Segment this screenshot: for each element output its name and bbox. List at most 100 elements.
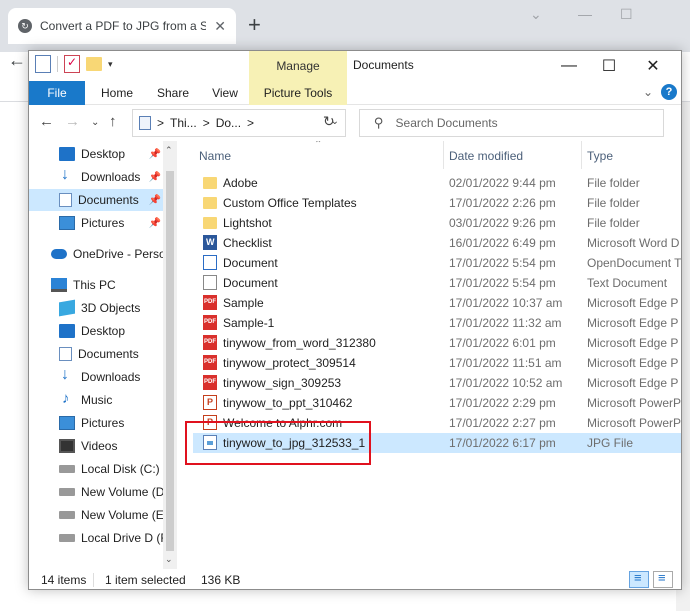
browser-tab[interactable]: ↻ Convert a PDF to JPG from a Sma ✕ [8, 8, 236, 44]
browser-tab-search-icon[interactable]: ⌄ [530, 6, 542, 23]
nav-pane-scrollbar[interactable]: ⌃ ⌄ [163, 141, 177, 569]
forward-button[interactable]: → [65, 113, 80, 130]
file-row-selected[interactable]: tinywow_to_jpg_312533_1 17/01/2022 6:17 … [193, 433, 681, 453]
minimize-button[interactable]: — [549, 53, 589, 79]
details-view-button[interactable] [629, 570, 649, 588]
nav-local-disk-c[interactable]: Local Disk (C:) [29, 458, 163, 480]
file-name: Custom Office Templates [223, 196, 357, 210]
scroll-down-icon[interactable]: ⌄ [165, 554, 173, 565]
file-row[interactable]: Document 17/01/2022 5:54 pm Text Documen… [193, 273, 681, 293]
scrollbar-thumb[interactable] [166, 171, 174, 551]
nav-downloads[interactable]: Downloads [29, 366, 163, 388]
browser-maximize-button[interactable]: ☐ [620, 6, 633, 23]
expand-ribbon-icon[interactable]: ⌄ [643, 85, 653, 99]
qat-dropdown-icon[interactable]: ▾ [108, 59, 113, 70]
nav-quick-desktop[interactable]: Desktop 📌 [29, 143, 163, 165]
file-type: Microsoft PowerP [587, 396, 682, 410]
recent-locations-icon[interactable]: ⌄ [91, 117, 99, 128]
nav-music[interactable]: Music [29, 389, 163, 411]
nav-desktop[interactable]: Desktop [29, 320, 163, 342]
properties-icon[interactable] [35, 55, 51, 73]
file-row[interactable]: Custom Office Templates 17/01/2022 2:26 … [193, 193, 681, 213]
file-date: 17/01/2022 6:17 pm [449, 436, 556, 450]
nav-quick-documents[interactable]: Documents 📌 [29, 189, 163, 211]
nav-this-pc[interactable]: This PC [29, 274, 163, 296]
column-divider[interactable] [443, 141, 444, 169]
breadcrumb-this-pc[interactable]: Thi... [170, 116, 197, 130]
pictures-icon [59, 216, 75, 230]
help-icon[interactable]: ? [661, 84, 677, 100]
nav-item-label: Downloads [81, 170, 141, 184]
checkmark-icon[interactable] [64, 55, 80, 73]
file-row[interactable]: tinywow_sign_309253 17/01/2022 10:52 am … [193, 373, 681, 393]
new-tab-button[interactable]: + [248, 12, 261, 38]
pin-icon: 📌 [148, 148, 161, 160]
file-row[interactable]: Document 17/01/2022 5:54 pm OpenDocument… [193, 253, 681, 273]
manage-contextual-tab[interactable]: Manage [249, 51, 347, 81]
nav-onedrive[interactable]: OneDrive - Person [29, 243, 163, 265]
nav-quick-downloads[interactable]: Downloads 📌 [29, 166, 163, 188]
file-row[interactable]: Welcome to Alphr.com 17/01/2022 2:27 pm … [193, 413, 681, 433]
breadcrumb-separator: > [202, 116, 210, 130]
window-title: Documents [353, 58, 414, 72]
maximize-button[interactable]: ☐ [589, 53, 629, 79]
large-icons-view-button[interactable] [653, 570, 673, 588]
opendocument-icon [203, 255, 217, 270]
file-row[interactable]: Sample 17/01/2022 10:37 am Microsoft Edg… [193, 293, 681, 313]
back-button[interactable]: ← [39, 113, 54, 130]
nav-quick-pictures[interactable]: Pictures 📌 [29, 212, 163, 234]
file-name: Sample [223, 296, 264, 310]
file-date: 17/01/2022 2:26 pm [449, 196, 556, 210]
file-row[interactable]: tinywow_from_word_312380 17/01/2022 6:01… [193, 333, 681, 353]
tab-home[interactable]: Home [89, 81, 145, 105]
file-list: ⌃ Name Date modified Type Adobe 02/01/20… [189, 141, 682, 569]
file-date: 03/01/2022 9:26 pm [449, 216, 556, 230]
scroll-up-icon[interactable]: ⌃ [165, 145, 173, 156]
file-name: Checklist [223, 236, 272, 250]
tab-picture-tools[interactable]: Picture Tools [249, 81, 347, 105]
file-name: Document [223, 256, 278, 270]
file-row[interactable]: tinywow_to_ppt_310462 17/01/2022 2:29 pm… [193, 393, 682, 413]
nav-new-volume-d[interactable]: New Volume (D: [29, 481, 163, 503]
file-row[interactable]: Lightshot 03/01/2022 9:26 pm File folder [193, 213, 681, 233]
nav-new-volume-e[interactable]: New Volume (E:) [29, 504, 163, 526]
file-type: File folder [587, 196, 640, 210]
file-row[interactable]: tinywow_protect_309514 17/01/2022 11:51 … [193, 353, 681, 373]
file-date: 16/01/2022 6:49 pm [449, 236, 556, 250]
tab-share[interactable]: Share [145, 81, 201, 105]
column-name[interactable]: Name [199, 149, 231, 163]
new-folder-icon[interactable] [86, 57, 102, 71]
nav-local-drive-f[interactable]: Local Drive D (F: [29, 527, 163, 549]
close-button[interactable]: ✕ [633, 53, 673, 79]
browser-minimize-button[interactable]: — [578, 6, 592, 22]
folder-icon [203, 217, 217, 229]
column-type[interactable]: Type [587, 149, 613, 163]
nav-item-label: New Volume (D: [81, 485, 163, 499]
address-bar[interactable]: > Thi... > Do... > ⌄ [132, 109, 346, 137]
nav-item-label: Local Drive D (F: [81, 531, 163, 545]
nav-item-label: Documents [78, 193, 139, 207]
nav-pictures[interactable]: Pictures [29, 412, 163, 434]
tab-view[interactable]: View [201, 81, 249, 105]
drive-icon [59, 488, 75, 496]
nav-3d-objects[interactable]: 3D Objects [29, 297, 163, 319]
tab-close-icon[interactable]: ✕ [214, 18, 226, 35]
this-pc-icon [51, 278, 67, 292]
browser-back-icon[interactable]: ← [8, 50, 26, 71]
tab-file[interactable]: File [29, 81, 85, 105]
nav-videos[interactable]: Videos [29, 435, 163, 457]
breadcrumb-documents[interactable]: Do... [216, 116, 241, 130]
column-headers: ⌃ Name Date modified Type [189, 141, 681, 169]
column-date-modified[interactable]: Date modified [449, 149, 523, 163]
column-divider[interactable] [581, 141, 582, 169]
status-divider [93, 573, 94, 587]
nav-documents[interactable]: Documents [29, 343, 163, 365]
search-input[interactable]: ⚲ Search Documents [359, 109, 664, 137]
up-button[interactable]: ↑ [109, 113, 117, 130]
file-row[interactable]: Adobe 02/01/2022 9:44 pm File folder [193, 173, 681, 193]
refresh-icon[interactable]: ↻ [323, 113, 335, 130]
selection-count: 1 item selected [105, 573, 186, 587]
file-row[interactable]: Sample-1 17/01/2022 11:32 am Microsoft E… [193, 313, 681, 333]
file-row[interactable]: Checklist 16/01/2022 6:49 pm Microsoft W… [193, 233, 681, 253]
nav-item-label: Local Disk (C:) [81, 462, 160, 476]
